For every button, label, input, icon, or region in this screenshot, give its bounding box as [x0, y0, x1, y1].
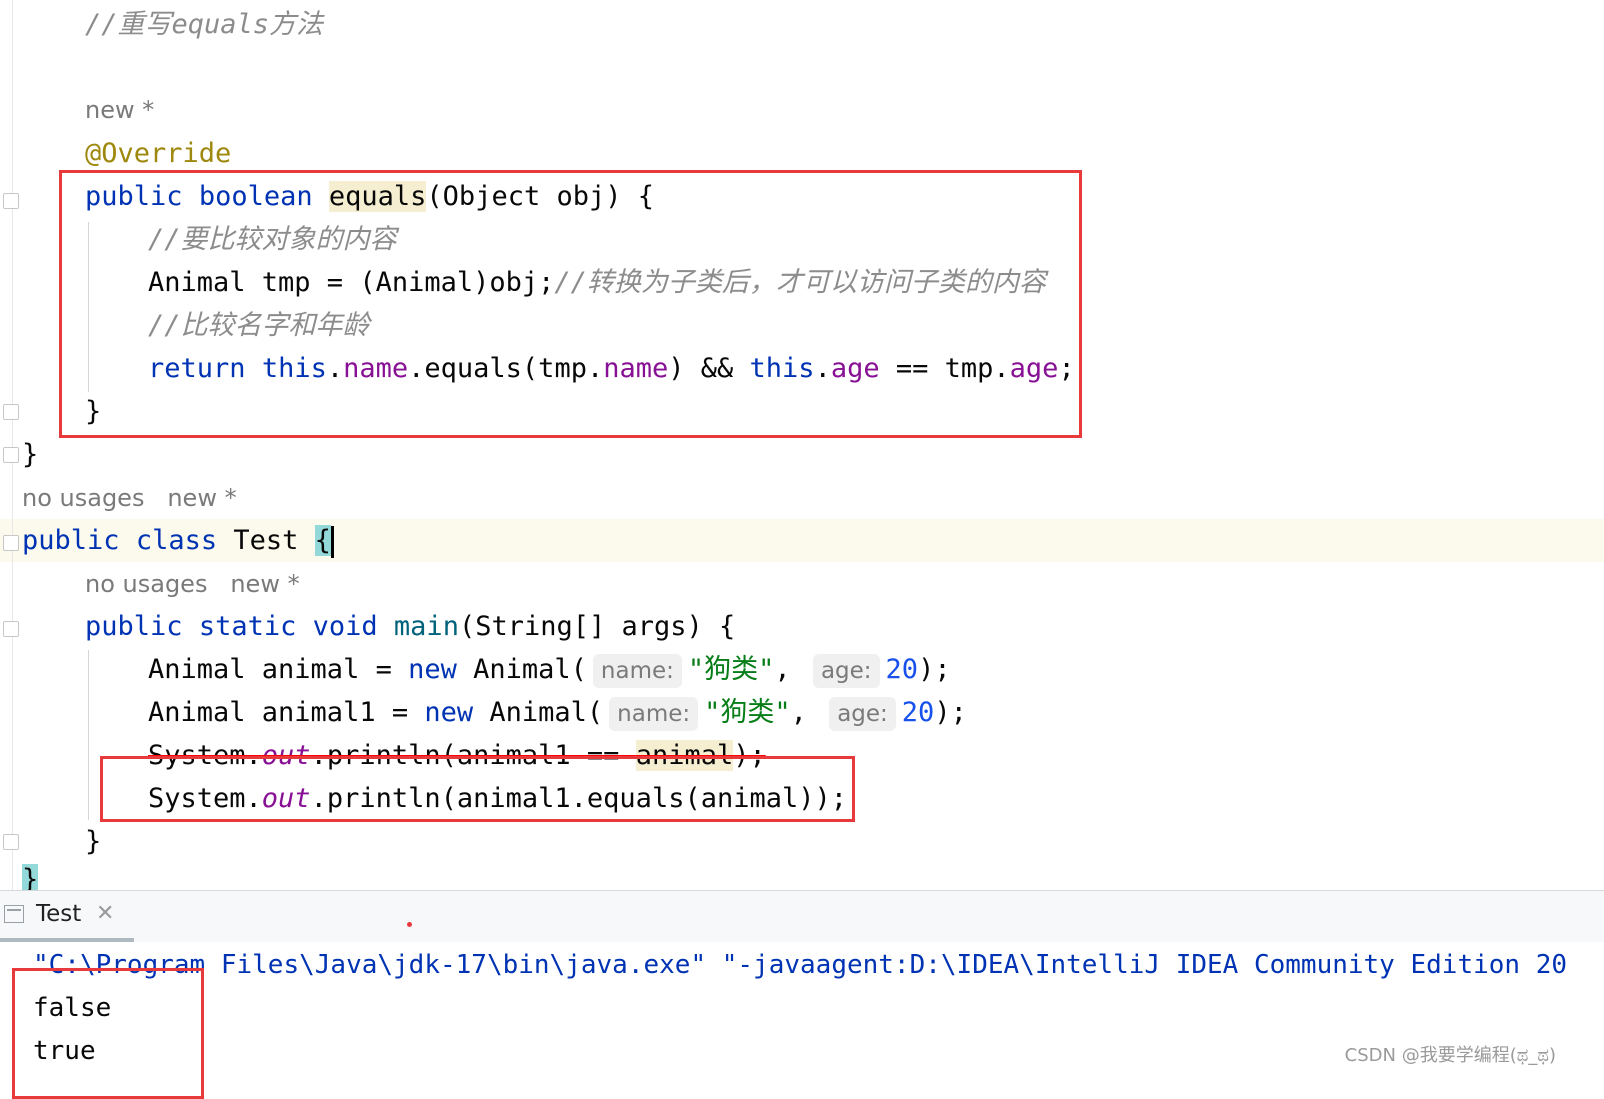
highlight-box-equals-method: [59, 170, 1082, 438]
highlight-box-println-equals: [100, 756, 855, 822]
code-token: ,: [774, 654, 791, 685]
keyword: static: [198, 611, 297, 642]
code-token: Animal(: [473, 697, 604, 728]
param-hint-age: age:: [812, 654, 880, 688]
fold-marker-icon[interactable]: [3, 404, 19, 420]
fold-marker-icon[interactable]: [3, 535, 19, 551]
indent-guide: [88, 650, 89, 820]
fold-marker-icon[interactable]: [3, 447, 19, 463]
override-annotation: @Override: [85, 138, 232, 169]
keyword: public: [85, 611, 183, 642]
test-class-hints[interactable]: no usages new *: [22, 477, 237, 520]
run-panel-header: Test ✕: [0, 890, 1604, 943]
inlay-hint-new[interactable]: new *: [85, 89, 154, 132]
string-literal: "狗类": [687, 654, 775, 685]
method-name-main: main: [393, 611, 459, 642]
console-command-line: "C:\Program Files\Java\jdk-17\bin\java.e…: [33, 950, 1568, 980]
highlight-box-output: [12, 968, 204, 1099]
number-literal: 20: [885, 654, 919, 685]
new-hint[interactable]: new *: [167, 484, 236, 512]
test-class-declaration: public class Test {: [22, 519, 334, 562]
no-usages-hint[interactable]: no usages: [22, 484, 144, 512]
fold-marker-icon[interactable]: [3, 193, 19, 209]
matched-brace: {: [314, 525, 331, 556]
keyword: new: [424, 697, 474, 728]
class-close-brace: }: [22, 439, 39, 470]
comment-override: //重写equals方法: [85, 9, 324, 40]
fold-marker-icon[interactable]: [3, 621, 19, 637]
close-icon[interactable]: ✕: [96, 901, 114, 926]
code-token: Animal animal1 =: [148, 697, 425, 728]
keyword: void: [312, 611, 378, 642]
number-literal: 20: [901, 697, 935, 728]
run-tab-label[interactable]: Test: [36, 901, 81, 927]
main-signature: public static void main(String[] args) {: [85, 605, 735, 648]
string-literal: "狗类": [704, 697, 791, 728]
animal1-declaration: Animal animal1 = new Animal(name: "狗类", a…: [148, 691, 967, 734]
console-tab-icon: [4, 905, 24, 923]
fold-marker-icon[interactable]: [3, 834, 19, 850]
code-editor[interactable]: //重写equals方法 new * @Override public bool…: [0, 0, 1604, 910]
keyword: new: [408, 654, 457, 685]
code-token: ,: [790, 697, 807, 728]
params: (String[] args) {: [458, 611, 736, 642]
text-caret: [330, 525, 334, 558]
animal-declaration: Animal animal = new Animal(name: "狗类", ag…: [148, 648, 951, 691]
watermark: CSDN @我要学编程(ಥ_ಥ): [1344, 1045, 1556, 1066]
red-dot-mark: [407, 922, 412, 927]
run-console[interactable]: "C:\Program Files\Java\jdk-17\bin\java.e…: [0, 942, 1604, 1099]
no-usages-hint[interactable]: no usages: [85, 570, 207, 598]
code-token: );: [934, 697, 967, 728]
param-hint-age: age:: [829, 697, 896, 731]
code-token: Animal(: [456, 654, 587, 685]
new-hint[interactable]: new *: [230, 570, 299, 598]
param-hint-name: name:: [609, 697, 699, 731]
keyword: class: [135, 525, 218, 556]
class-name: Test: [233, 525, 299, 556]
keyword: public: [22, 525, 120, 556]
main-hints[interactable]: no usages new *: [85, 563, 300, 606]
code-token: Animal animal =: [148, 654, 409, 685]
main-close-brace: }: [85, 826, 102, 857]
param-hint-name: name:: [592, 654, 682, 688]
code-token: );: [918, 654, 951, 685]
